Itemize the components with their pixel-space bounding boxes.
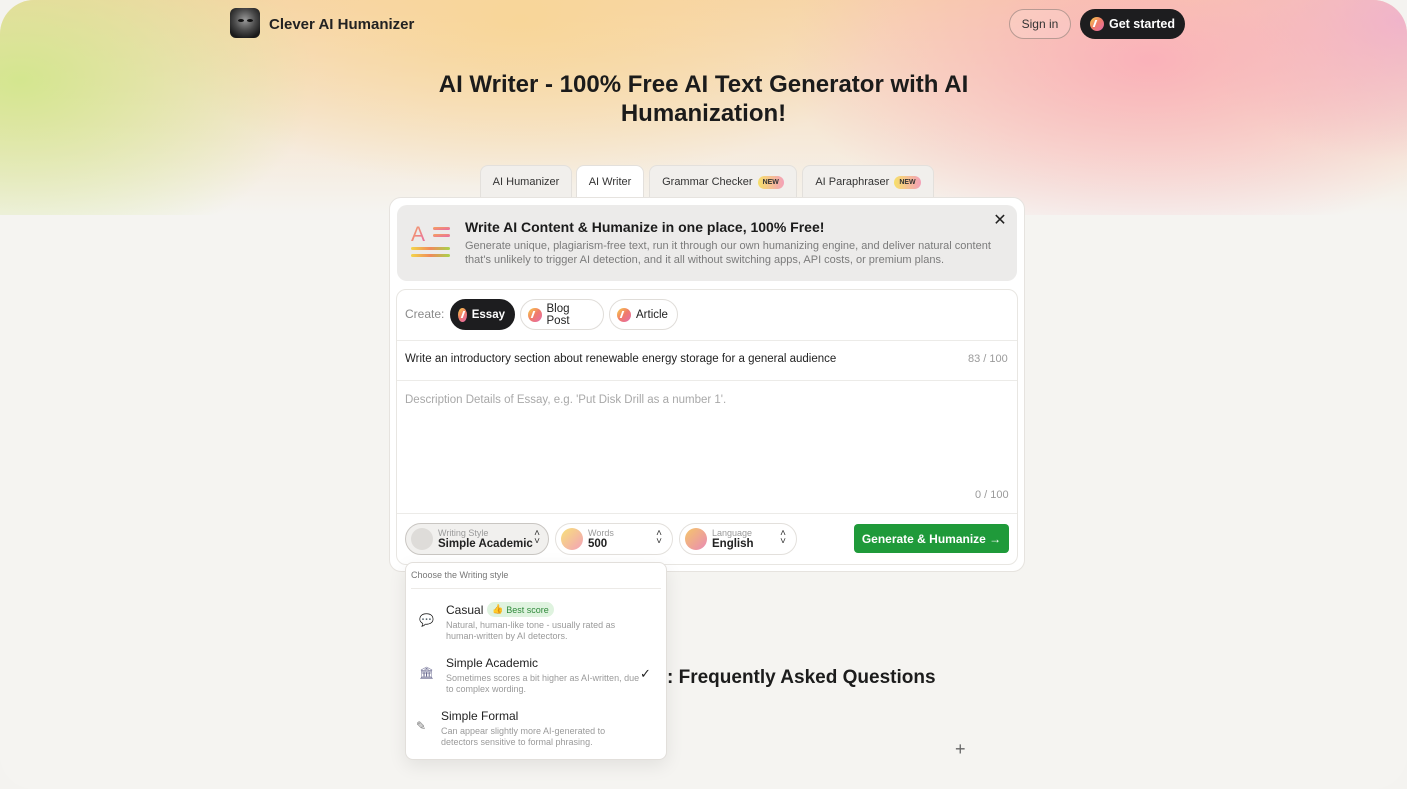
prompt-input[interactable]: Write an introductory section about rene… — [405, 353, 836, 365]
plus-icon[interactable]: + — [955, 739, 966, 760]
option-casual-desc: Natural, human-like tone - usually rated… — [446, 620, 616, 641]
option-casual-title[interactable]: Casual — [446, 603, 483, 617]
brand-name[interactable]: Clever AI Humanizer — [269, 16, 414, 33]
globe-icon — [685, 528, 707, 550]
spark-icon — [1090, 17, 1104, 31]
logo-eye-left — [238, 19, 244, 22]
tab-label: AI Humanizer — [492, 176, 560, 188]
thumbs-up-icon: 👍 — [492, 604, 504, 614]
words-select[interactable]: Words 500 ˄ ˅ — [555, 523, 673, 555]
divider — [397, 340, 1017, 341]
option-simple-academic-title[interactable]: Simple Academic — [446, 656, 538, 670]
text-lines-icon: A — [411, 223, 450, 257]
svg-text:A: A — [411, 223, 425, 246]
writing-style-caption: Writing Style — [438, 528, 489, 538]
promo-text: Generate unique, plagiarism-free text, r… — [465, 240, 991, 266]
close-icon[interactable]: ✕ — [992, 213, 1008, 229]
create-option-article[interactable]: Article — [609, 299, 678, 330]
option-simple-academic-desc: Sometimes scores a bit higher as AI-writ… — [446, 673, 640, 694]
chevron-updown-icon: ˄ ˅ — [780, 528, 786, 547]
language-caption: Language — [712, 528, 753, 538]
chip-label: Essay — [471, 308, 505, 321]
create-option-blog-post[interactable]: Blog Post — [520, 299, 604, 330]
spark-icon — [617, 307, 631, 322]
divider — [397, 513, 1017, 514]
option-simple-formal-desc: Can appear slightly more AI-generated to… — [441, 726, 606, 747]
prompt-counter: 83 / 100 — [968, 353, 1008, 365]
best-score-label: Best score — [506, 604, 549, 615]
get-started-button[interactable]: Get started — [1080, 9, 1185, 39]
institution-icon: 🏛 — [419, 666, 435, 680]
tab-label: AI Writer — [588, 176, 632, 188]
create-label: Create: — [405, 307, 445, 321]
new-badge: NEW — [894, 175, 921, 189]
chevron-updown-icon: ˄ ˅ — [534, 528, 540, 547]
faq-title: : Frequently Asked Questions — [667, 667, 936, 688]
best-score-badge: 👍 Best score — [487, 602, 554, 617]
app-frame: Clever AI Humanizer Sign in Get started … — [0, 0, 1407, 789]
writing-style-select[interactable]: Writing Style Simple Academic ˄ ˅ — [405, 523, 549, 555]
institution-icon — [411, 528, 433, 550]
text-lines-icon — [561, 528, 583, 550]
spark-icon — [528, 307, 542, 322]
new-badge: NEW — [757, 175, 784, 189]
tab-grammar-checker[interactable]: Grammar Checker NEW — [649, 165, 797, 198]
words-caption: Words — [588, 528, 614, 538]
tab-ai-humanizer[interactable]: AI Humanizer — [480, 165, 572, 198]
brand-logo[interactable] — [230, 8, 260, 38]
tab-label: AI Paraphraser — [815, 176, 890, 188]
page-title: AI Writer - 100% Free AI Text Generator … — [438, 71, 969, 127]
speech-bubble-icon: 💬 — [419, 613, 434, 627]
promo-title: Write AI Content & Humanize in one place… — [465, 219, 825, 235]
spark-icon — [458, 307, 467, 322]
tab-ai-writer[interactable]: AI Writer — [576, 165, 644, 198]
description-counter: 0 / 100 — [975, 489, 1009, 501]
option-simple-formal-title[interactable]: Simple Formal — [441, 709, 518, 723]
words-value: 500 — [588, 538, 608, 550]
checkmark-icon: ✓ — [640, 666, 651, 681]
dropdown-heading: Choose the Writing style — [411, 570, 509, 580]
logo-eye-right — [247, 19, 253, 22]
divider — [411, 588, 661, 589]
sign-in-button[interactable]: Sign in — [1009, 9, 1071, 39]
divider — [397, 380, 1017, 381]
chip-label: Article — [636, 308, 668, 321]
pen-icon: ✎ — [416, 719, 427, 733]
writing-style-value: Simple Academic — [438, 538, 533, 550]
language-value: English — [712, 538, 754, 550]
chevron-updown-icon: ˄ ˅ — [656, 528, 662, 547]
get-started-label: Get started — [1109, 17, 1175, 31]
chip-label: Blog Post — [546, 302, 570, 327]
language-select[interactable]: Language English ˄ ˅ — [679, 523, 797, 555]
generate-humanize-button[interactable]: Generate & Humanize → — [854, 524, 1009, 553]
tab-label: Grammar Checker — [662, 176, 753, 188]
description-input[interactable]: Description Details of Essay, e.g. 'Put … — [405, 394, 726, 406]
tab-ai-paraphraser[interactable]: AI Paraphraser NEW — [802, 165, 934, 198]
create-option-essay[interactable]: Essay — [450, 299, 515, 330]
